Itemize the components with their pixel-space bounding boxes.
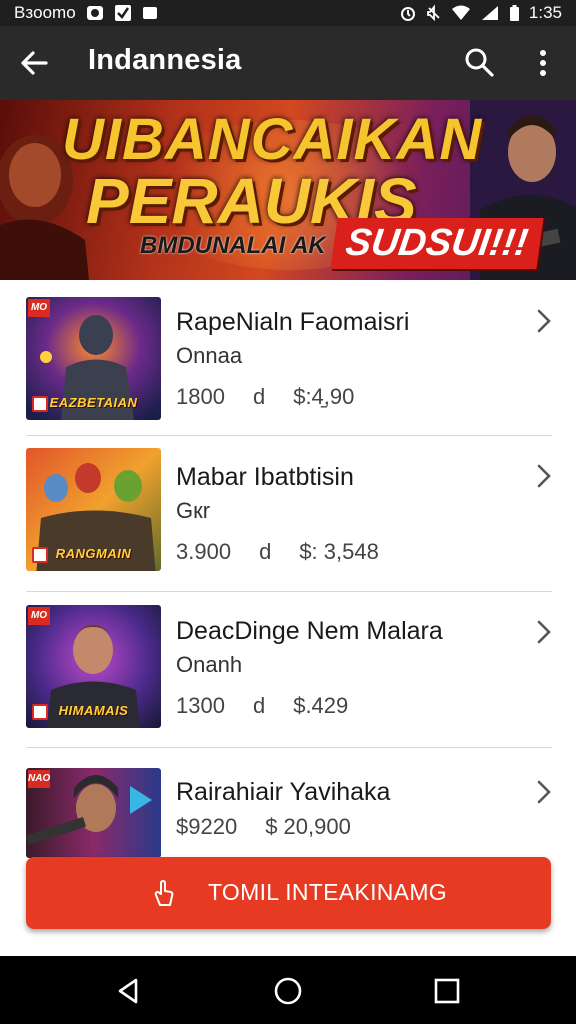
- nav-back-icon[interactable]: [114, 976, 144, 1006]
- search-icon[interactable]: [462, 45, 496, 79]
- chevron-right-icon[interactable]: [534, 307, 554, 335]
- list-item[interactable]: MO HIMAMAIS DeacDinge Nem Malara Onanh 1…: [0, 592, 576, 748]
- nav-recents-icon[interactable]: [432, 976, 462, 1006]
- banner-subtitle: BMDUNALAI AK: [140, 232, 326, 259]
- system-navigation-bar: [0, 956, 576, 1024]
- list-item[interactable]: MO EAZBETAIAN RapeNialn Faomaisri Onnaa …: [0, 280, 576, 436]
- item-stat-c: $:4̱,90: [293, 384, 355, 409]
- page-title: Indannesia: [88, 44, 242, 76]
- thumbnail-caption: EAZBETAIAN: [49, 395, 138, 410]
- item-thumbnail: RANGMAIN: [26, 448, 161, 571]
- list-item[interactable]: RANGMAIN Mabar Ibatbtisin Gкr 3.900 d $: 3…: [0, 436, 576, 592]
- item-name: RapeNialn Faomaisri: [176, 308, 410, 336]
- item-stat-a: 1800: [176, 384, 225, 409]
- chevron-right-icon[interactable]: [534, 778, 554, 806]
- thumbnail-badge-icon: [32, 396, 48, 412]
- item-thumbnail: NAO: [26, 768, 161, 858]
- chevron-right-icon[interactable]: [534, 462, 554, 490]
- item-stat-c: $: 3,548: [299, 539, 379, 564]
- thumbnail-badge-icon: [32, 704, 48, 720]
- primary-action-label: TOMIL INTEAKINAMG: [208, 879, 447, 905]
- item-subtitle: Onnaa: [176, 343, 243, 368]
- wifi-icon: [451, 5, 470, 20]
- item-stat-a: 1300: [176, 693, 225, 718]
- item-stats: 1300 d $.429: [176, 693, 376, 719]
- alarm-icon: [400, 7, 415, 21]
- item-subtitle: Onanh: [176, 652, 243, 677]
- item-stat-c: $.429: [293, 693, 349, 718]
- item-stat-a: 3.900: [176, 539, 232, 564]
- clock-text: 1:35: [528, 3, 562, 22]
- primary-action-button[interactable]: TOMIL INTEAKINAMG: [26, 857, 551, 929]
- item-stats: 1800 d $:4̱,90: [176, 384, 382, 410]
- nav-home-icon[interactable]: [273, 976, 303, 1006]
- item-name: Mabar Ibatbtisin: [176, 463, 354, 491]
- chevron-right-icon[interactable]: [534, 618, 554, 646]
- item-name: Rairahiair Yavihaka: [176, 778, 391, 806]
- item-thumbnail: MO HIMAMAIS: [26, 605, 161, 728]
- thumbnail-caption: HIMAMAIS: [58, 703, 129, 718]
- item-subtitle: Gкr: [176, 498, 211, 523]
- item-stat-b: d: [259, 539, 272, 564]
- item-stat-a: $9220: [176, 814, 238, 839]
- app-bar: Indannesia: [0, 26, 576, 100]
- carrier-text: Bзoomo: [14, 3, 76, 22]
- square-notification-icon: [142, 7, 157, 19]
- thumbnail-caption: RANGMAIN: [55, 546, 132, 561]
- item-stat-b: d: [252, 384, 266, 409]
- mute-icon: [427, 4, 440, 22]
- list-item[interactable]: NAO Rairahiair Yavihaka $9220 $ 20,900: [0, 748, 576, 858]
- promo-banner[interactable]: UIBANCAIKAN PERAUKIS BMDUNALAI AK SUDSUI…: [0, 100, 576, 280]
- item-stat-b: d: [252, 693, 266, 718]
- item-stats: $9220 $ 20,900: [176, 814, 379, 840]
- item-name: DeacDinge Nem Malara: [176, 617, 443, 645]
- more-options-icon[interactable]: [528, 46, 558, 80]
- check-notification-icon: [114, 5, 131, 21]
- item-thumbnail: MO EAZBETAIAN: [26, 297, 161, 420]
- thumbnail-badge-icon: [32, 547, 48, 563]
- battery-icon: [509, 5, 519, 21]
- thumbnail-tag: MO: [28, 607, 50, 625]
- item-stats: 3.900 d $: 3,548: [176, 539, 407, 565]
- item-stat-c: $ 20,900: [265, 814, 351, 839]
- status-bar: Bзoomo 1:35: [0, 0, 576, 26]
- banner-headline-top: UIBANCAIKAN: [62, 107, 483, 172]
- thumbnail-tag: MO: [28, 299, 50, 317]
- back-arrow-icon[interactable]: [18, 47, 50, 79]
- camera-notification-icon: [86, 6, 103, 20]
- banner-badge: SUDSUI!!!: [330, 218, 544, 269]
- thumbnail-tag: NAO: [28, 770, 50, 788]
- touch-icon: [154, 880, 174, 906]
- signal-icon: [481, 6, 498, 20]
